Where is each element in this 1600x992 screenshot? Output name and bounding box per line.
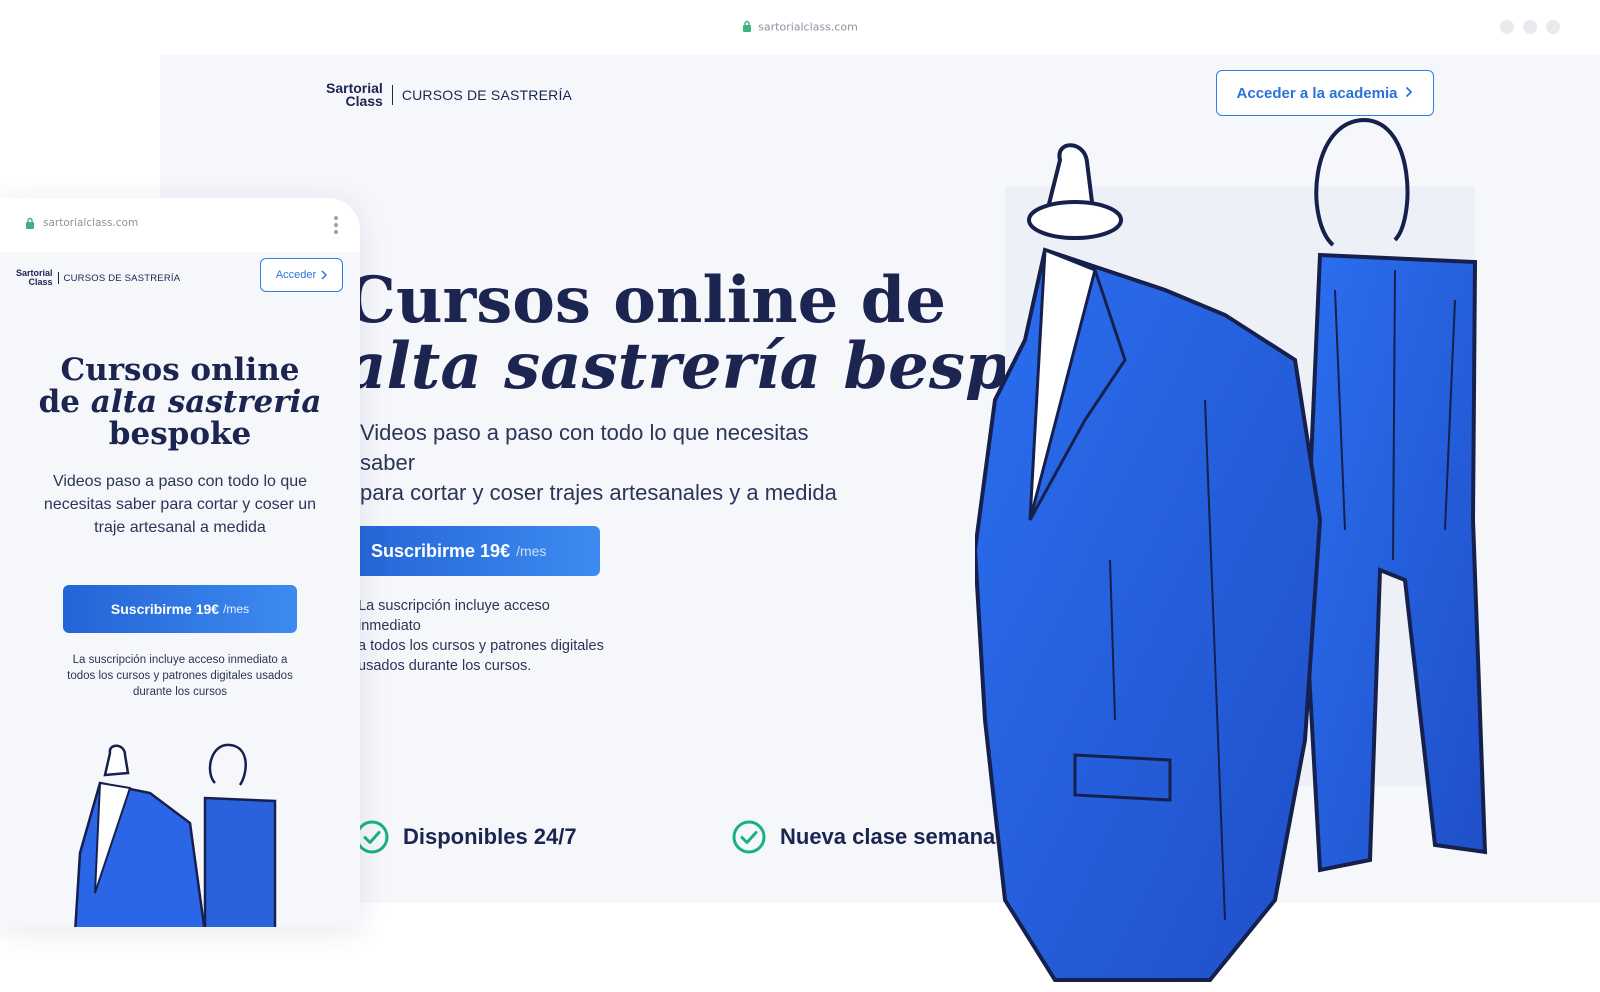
logo-mark: Sartorial Class bbox=[326, 81, 383, 109]
desktop-url-text: sartorialclass.com bbox=[758, 20, 858, 34]
mobile-title-prefix: de bbox=[38, 384, 91, 420]
window-dot[interactable] bbox=[1546, 20, 1560, 34]
logo-tagline: CURSOS DE SASTRERÍA bbox=[401, 87, 573, 103]
mobile-logo[interactable]: Sartorial Class CURSOS DE SASTRERÍA bbox=[16, 269, 180, 287]
mobile-hero-title: Cursos online de alta sastreria bespoke bbox=[0, 354, 360, 450]
lock-icon bbox=[26, 217, 34, 229]
hero-subtitle-line2: para cortar y coser trajes artesanales y… bbox=[360, 480, 837, 505]
note-line1: La suscripción incluye acceso inmediato bbox=[358, 598, 550, 634]
mobile-subscription-note: La suscripción incluye acceso inmediato … bbox=[67, 654, 293, 698]
suit-illustration bbox=[975, 117, 1488, 982]
mobile-title-line1: Cursos online bbox=[60, 352, 300, 388]
desktop-address-bar[interactable]: sartorialclass.com bbox=[0, 20, 1600, 35]
mobile-subscribe-button[interactable]: Suscribirme 19€ /mes bbox=[63, 585, 297, 633]
desktop-browser-bar: sartorialclass.com bbox=[0, 0, 1600, 55]
mobile-frame: sartorialclass.com Sartorial Class CURSO… bbox=[0, 198, 360, 927]
hero-subtitle-line1: Videos paso a paso con todo lo que neces… bbox=[360, 420, 809, 475]
feature-item: Nueva clase semanal bbox=[732, 820, 1001, 854]
mobile-title-line3: bespoke bbox=[108, 416, 252, 452]
logo-divider bbox=[57, 272, 59, 284]
mobile-hero-subtitle: Videos paso a paso con todo lo que neces… bbox=[43, 473, 317, 536]
subscribe-period: /mes bbox=[516, 543, 547, 559]
mobile-title-italic: alta sastreria bbox=[90, 384, 322, 420]
lock-icon bbox=[742, 20, 752, 35]
mobile-address-bar[interactable]: sartorialclass.com bbox=[25, 217, 138, 229]
feature-label: Nueva clase semanal bbox=[780, 824, 1002, 849]
mobile-suit-illustration bbox=[74, 743, 277, 927]
feature-item: Disponibles 24/7 bbox=[355, 820, 577, 854]
logo-mark: Sartorial Class bbox=[16, 269, 53, 287]
mobile-login-button[interactable]: Acceder bbox=[260, 258, 343, 292]
mobile-login-label: Acceder bbox=[275, 269, 317, 281]
subscribe-label: Suscribirme 19€ bbox=[371, 540, 511, 561]
logo-mark-line2: Class bbox=[28, 277, 53, 287]
mobile-browser-bar: sartorialclass.com bbox=[0, 198, 360, 252]
note-line2: a todos los cursos y patrones digitales bbox=[358, 638, 604, 654]
window-dot[interactable] bbox=[1523, 20, 1537, 34]
mobile-url-text: sartorialclass.com bbox=[43, 217, 139, 229]
subscribe-label: Suscribirme 19€ bbox=[110, 601, 220, 617]
hero-title: Cursos online de alta sastrería bespoke bbox=[345, 268, 1005, 400]
window-controls bbox=[1500, 20, 1560, 34]
chevron-right-icon bbox=[321, 270, 328, 280]
subscribe-button[interactable]: Suscribirme 19€ /mes bbox=[346, 526, 600, 576]
check-circle-icon bbox=[355, 820, 389, 854]
hero-subtitle: Videos paso a paso con todo lo que neces… bbox=[360, 418, 840, 508]
check-circle-icon bbox=[732, 820, 766, 854]
jacket bbox=[975, 247, 1323, 982]
hero-title-line1: Cursos online de bbox=[345, 268, 947, 338]
window-dot[interactable] bbox=[1500, 20, 1514, 34]
more-options-icon[interactable] bbox=[334, 216, 338, 237]
note-line3: usados durante los cursos. bbox=[358, 658, 532, 674]
desktop-logo[interactable]: Sartorial Class CURSOS DE SASTRERÍA bbox=[326, 81, 573, 109]
academy-login-label: Acceder a la academia bbox=[1236, 84, 1398, 102]
logo-tagline: CURSOS DE SASTRERÍA bbox=[63, 272, 181, 284]
subscription-note: La suscripción incluye acceso inmediato … bbox=[358, 596, 608, 676]
logo-mark-line2: Class bbox=[345, 93, 383, 109]
logo-divider bbox=[391, 85, 393, 105]
subscribe-period: /mes bbox=[223, 602, 250, 616]
mobile-title-line2: de alta sastreria bbox=[0, 386, 360, 418]
hero-title-line2: alta sastrería bespoke bbox=[345, 334, 1005, 400]
hero-title-italic: alta sastrería bespoke bbox=[345, 329, 1005, 400]
feature-label: Disponibles 24/7 bbox=[403, 824, 577, 849]
chevron-right-icon bbox=[1405, 85, 1413, 102]
